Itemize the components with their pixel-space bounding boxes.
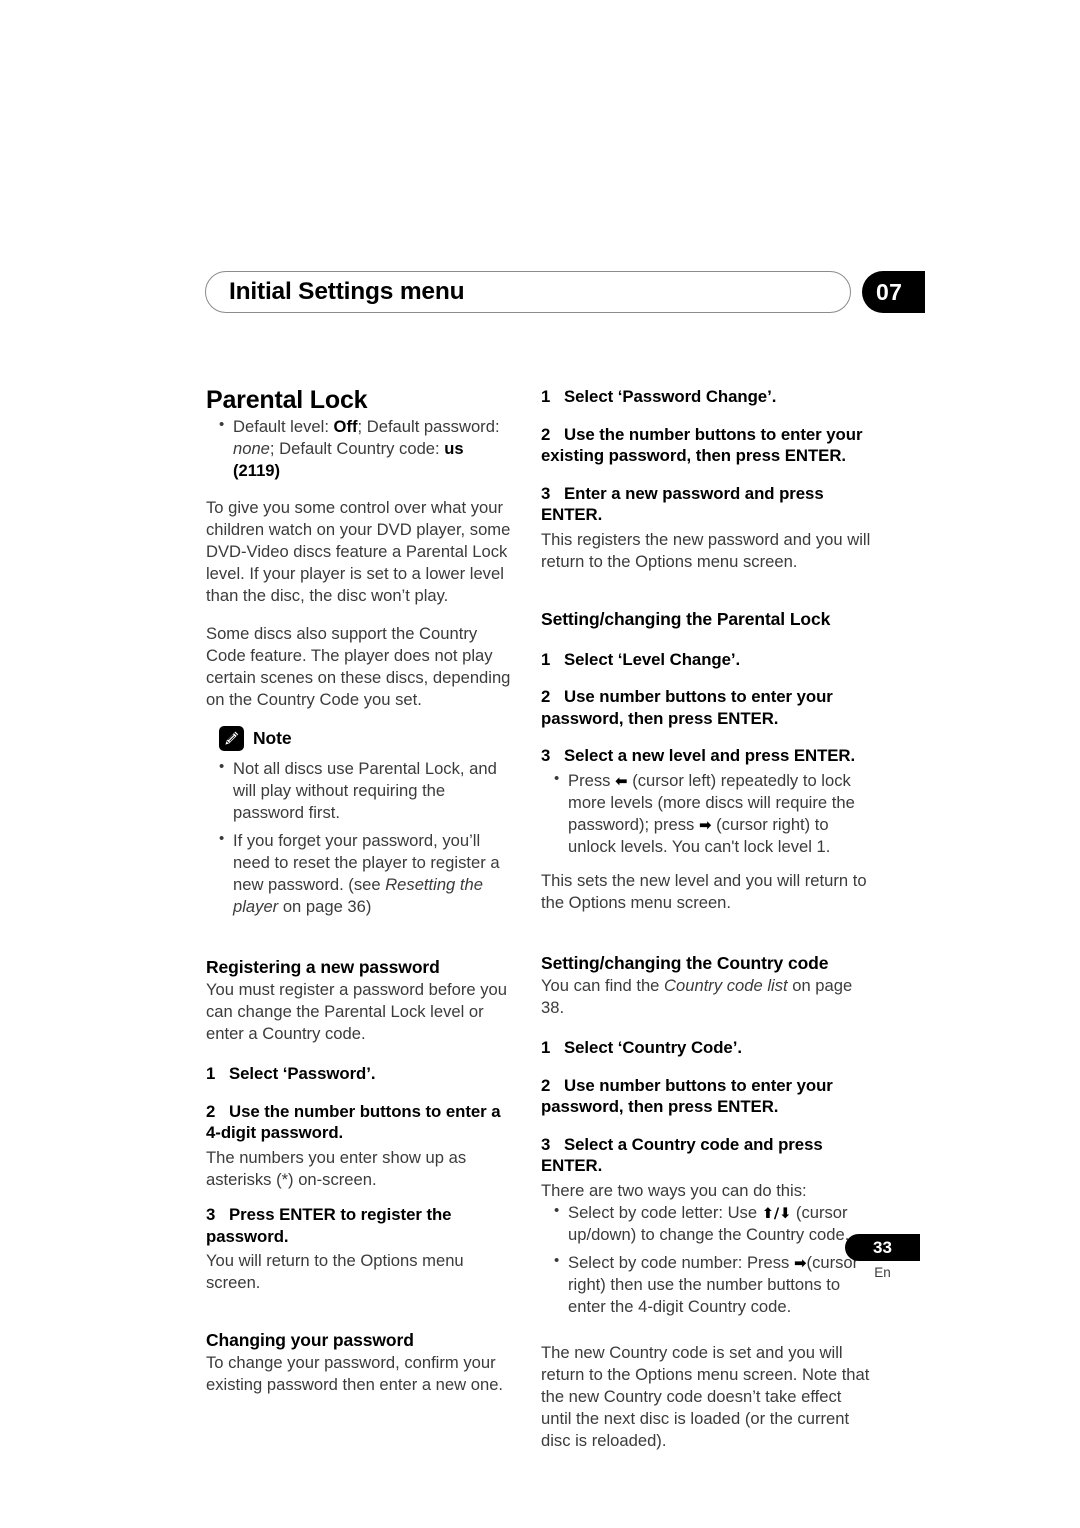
step-text: Select ‘Password Change’.: [564, 387, 777, 406]
step-text: Use the number buttons to enter a 4-digi…: [206, 1101, 501, 1143]
step-number: 1: [206, 1064, 216, 1084]
list-item-code-number: Select by code number: Press ➡(cursor ri…: [541, 1251, 871, 1318]
paragraph-return-options: You will return to the Options menu scre…: [206, 1251, 464, 1293]
paragraph-intro-1: To give you some control over what your …: [206, 498, 511, 606]
step-number: 1: [541, 649, 551, 669]
list-item-note-1: Not all discs use Parental Lock, and wil…: [206, 757, 514, 824]
code-number-pre: Select by code number: Press: [568, 1253, 794, 1273]
step-country-2: 2 Use number buttons to enter your passwo…: [541, 1075, 871, 1118]
list-item-code-letter: Select by code letter: Use ⬆/⬇ (cursor u…: [541, 1201, 871, 1246]
note2-post: on page 36): [278, 897, 372, 917]
arrow-up-icon: ⬆: [761, 1205, 774, 1222]
step-number: 1: [541, 1038, 551, 1058]
arrow-left-icon: ⬅: [615, 771, 628, 790]
step-text: Use number buttons to enter your passwor…: [541, 687, 833, 728]
step-change-1: 1 Select ‘Password Change’.: [541, 386, 871, 408]
note-label: Note: [253, 727, 292, 748]
step-text: Select a Country code and press ENTER.: [541, 1134, 823, 1176]
step-text: Use number buttons to enter your passwor…: [541, 1075, 833, 1117]
document-page: Initial Settings menu 07 Parental Lock D…: [0, 0, 1080, 1528]
subheading-setting-country-code: Setting/changing the Country code: [541, 953, 829, 973]
step-number: 3: [206, 1205, 216, 1224]
step-number: 2: [541, 424, 551, 444]
arrow-right-icon: ➡: [793, 1254, 807, 1273]
step-number: 3: [541, 1134, 551, 1154]
paragraph-changing-intro: To change your password, confirm your ex…: [206, 1353, 504, 1395]
country-code-list-ref: Country code list: [664, 976, 788, 995]
arrow-down-icon: ⬇: [779, 1205, 792, 1222]
paragraph-country-intro: You can find the Country code list on pa…: [541, 975, 871, 1019]
left-column: Parental Lock Default level: Off; Defaul…: [206, 386, 514, 1396]
step-change-3: 3 Enter a new password and press ENTER.: [541, 483, 871, 526]
paragraph-change-after3: This registers the new password and you …: [541, 529, 871, 571]
note-header: Note: [219, 725, 514, 751]
list-item-cursor-levels: Press ⬅ (cursor left) repeatedly to lock…: [541, 769, 871, 858]
step-country-1: 1 Select ‘Country Code’.: [541, 1037, 871, 1059]
defaults-mid1: ; Default password:: [357, 417, 500, 436]
step-text: Select ‘Level Change’.: [564, 649, 741, 669]
step-number: 2: [541, 1075, 551, 1095]
step-change-2: 2 Use the number buttons to enter your ex…: [541, 424, 871, 467]
step-number: 2: [541, 687, 551, 707]
paragraph-two-ways: There are two ways you can do this:: [541, 1180, 807, 1200]
step-text: Select a new level and press ENTER.: [564, 746, 856, 766]
list-item-note-2: If you forget your password, you’ll need…: [206, 829, 514, 918]
paragraph-country-closing: The new Country code is set and you will…: [541, 1343, 870, 1451]
parental-bullet-list: Press ⬅ (cursor left) repeatedly to lock…: [541, 769, 871, 858]
code-letter-pre: Select by code letter: Use: [568, 1202, 762, 1222]
bullet-part-1: Press: [568, 770, 616, 790]
pencil-icon: [219, 725, 244, 751]
step-number: 3: [541, 746, 551, 766]
running-header: Initial Settings menu 07: [205, 271, 925, 315]
section-heading-parental-lock: Parental Lock: [206, 386, 368, 414]
default-password-value: none: [233, 439, 270, 459]
language-code: En: [874, 1265, 891, 1280]
subheading-changing-password: Changing your password: [206, 1330, 414, 1351]
step-text: Use the number buttons to enter your exi…: [541, 424, 863, 466]
step-number: 1: [541, 387, 551, 406]
step-country-3: 3 Select a Country code and press ENTER.: [541, 1134, 871, 1177]
step-register-1: 1 Select ‘Password’.: [206, 1063, 514, 1085]
list-item-defaults: Default level: Off; Default password: no…: [206, 415, 514, 482]
page-title: Initial Settings menu: [229, 278, 465, 305]
subheading-registering-password: Registering a new password: [206, 957, 440, 978]
paragraph-asterisks: The numbers you enter show up as asteris…: [206, 1147, 467, 1189]
paragraph-intro-2: Some discs also support the Country Code…: [206, 623, 511, 709]
page-footer: 33 En: [845, 1234, 920, 1280]
note-list: Not all discs use Parental Lock, and wil…: [206, 757, 514, 918]
defaults-prefix: Default level:: [233, 417, 334, 436]
page-number-badge: 33: [845, 1234, 920, 1261]
step-number: 2: [206, 1101, 216, 1121]
step-parental-2: 2 Use number buttons to enter your passwo…: [541, 686, 871, 729]
step-number: 3: [541, 483, 551, 503]
step-text: Select ‘Country Code’.: [564, 1038, 742, 1058]
step-parental-1: 1 Select ‘Level Change’.: [541, 649, 871, 671]
paragraph-registering-intro: You must register a password before you …: [206, 980, 508, 1044]
defaults-mid2: ; Default Country code:: [269, 439, 445, 459]
defaults-list: Default level: Off; Default password: no…: [206, 415, 514, 482]
step-register-2: 2 Use the number buttons to enter a 4-dig…: [206, 1101, 514, 1144]
chapter-badge: 07: [862, 271, 925, 313]
default-level-value: Off: [333, 417, 358, 436]
right-column: 1 Select ‘Password Change’. 2 Use the numb…: [541, 386, 871, 1453]
step-text: Enter a new password and press ENTER.: [541, 483, 824, 525]
country-bullet-list: Select by code letter: Use ⬆/⬇ (cursor u…: [541, 1201, 871, 1319]
subheading-setting-parental-lock: Setting/changing the Parental Lock: [541, 608, 831, 629]
step-parental-3: 3 Select a new level and press ENTER.: [541, 745, 871, 767]
step-text: Press ENTER to register the password.: [206, 1205, 452, 1246]
arrow-right-icon: ➡: [698, 815, 712, 834]
country-intro-pre: You can find the: [541, 976, 665, 995]
step-text: Select ‘Password’.: [229, 1064, 376, 1084]
paragraph-parental-after: This sets the new level and you will ret…: [541, 870, 867, 912]
step-register-3: 3 Press ENTER to register the password.: [206, 1204, 514, 1247]
